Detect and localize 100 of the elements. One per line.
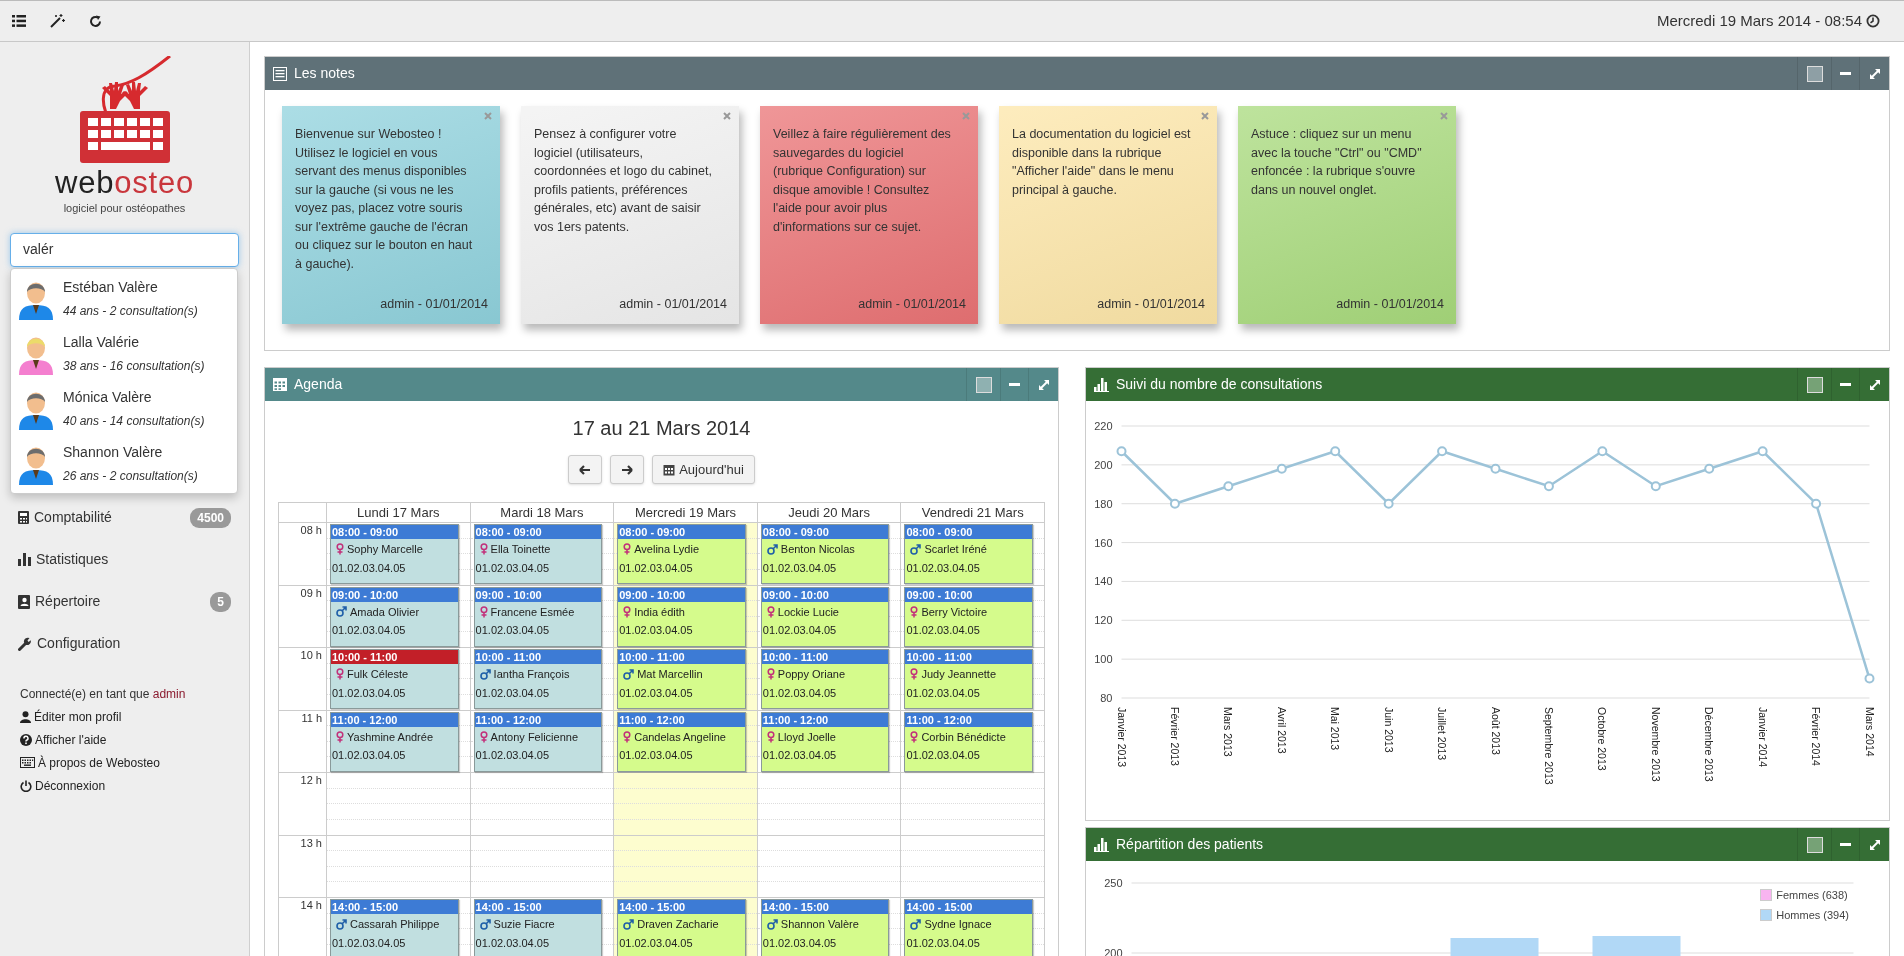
patient-name: Iantha François [493,667,570,682]
patient-phone: 01.02.03.04.05 [761,623,838,638]
today-button[interactable]: Aujourd'hui [652,455,755,484]
patient-details: 44 ans - 2 consultation(s) [63,303,198,320]
appointment-card[interactable]: 14:00 - 15:00 Sydne Ignace 01.02.03.04.05 [904,899,1033,956]
axis-label: Décembre 2013 [1703,707,1716,782]
patient-suggestion[interactable]: Lalla Valérie 38 ans - 16 consultation(s) [11,326,237,381]
axis-label: Février 2014 [1810,707,1823,766]
next-week-button[interactable] [610,455,645,484]
patient-name: Mat Marcellin [637,667,703,682]
address-book-icon [18,594,30,609]
axis-label: Mars 2014 [1863,707,1876,757]
menu-item[interactable]: Comptabilité 4500 [18,496,231,539]
expand-icon [1037,378,1050,391]
appointment-card[interactable]: 11:00 - 12:00 Candelas Angeline 01.02.03.04.05 [617,711,746,772]
appointment-card[interactable]: 10:00 - 11:00 Poppy Oriane 01.02.03.04.05 [760,649,890,709]
sidebar-link[interactable]: À propos de Webosteo [20,753,229,772]
search-input[interactable]: valér [23,239,226,260]
appointment-time: 09:00 - 10:00 [618,587,745,602]
appointment-card[interactable]: 08:00 - 09:00 Benton Nicolas 01.02.03.04.05 [760,524,890,584]
magic-wand-icon[interactable] [50,14,65,28]
appointment-card[interactable]: 14:00 - 15:00 Draven Zacharie 01.02.03.04.05 [617,899,746,956]
refresh-icon[interactable] [89,14,102,28]
patient-name: Francene Esmée [490,604,575,620]
appointment-card[interactable]: 11:00 - 12:00 Corbin Bénédicte 01.02.03.04.05 [904,711,1033,772]
axis-label: Septembre 2013 [1542,707,1555,785]
patient-name: Lockie Lucie [777,604,839,620]
appointment-card[interactable]: 14:00 - 15:00 Shannon Valère 01.02.03.04.05 [760,899,890,956]
patient-name: Candelas Angeline [634,729,726,745]
sidebar-link[interactable]: Afficher l'aide [20,730,229,749]
patient-name: Amada Olivier [350,604,420,620]
appointment-card[interactable]: 10:00 - 11:00 Judy Jeannette 01.02.03.04.05 [904,649,1033,709]
appointment-time: 11:00 - 12:00 [331,712,458,727]
appointment-card[interactable]: 09:00 - 10:00 Francene Esmée 01.02.03.04.05 [473,586,603,647]
appointment-card[interactable]: 14:00 - 15:00 Cassarah Philippe 01.02.03.04.05 [330,899,459,956]
appointment-card[interactable]: 09:00 - 10:00 Berry Victoire 01.02.03.04.05 [904,586,1033,647]
hour-label: 08 h [300,523,323,538]
appointment-card[interactable]: 11:00 - 12:00 Lloyd Joelle 01.02.03.04.05 [760,711,890,772]
patient-name: Poppy Oriane [777,667,846,682]
search-field[interactable]: valér [10,232,239,267]
appointment-card[interactable]: 10:00 - 11:00 Fulk Céleste 01.02.03.04.05 [330,649,459,709]
calculator-icon [18,511,29,524]
patient-name: Corbin Bénédicte [921,729,1006,745]
minus-icon [1840,383,1851,386]
note-footer: admin - 01/01/2014 [1336,295,1444,314]
expand-icon [1868,378,1881,391]
appointment-card[interactable]: 10:00 - 11:00 Mat Marcellin 01.02.03.04.05 [617,649,746,709]
logged-in-text: Connecté(e) en tant que admin [20,685,187,703]
bar-chart-icon [1094,837,1109,852]
previous-week-button[interactable] [568,455,603,484]
appointment-card[interactable]: 09:00 - 10:00 Amada Olivier 01.02.03.04.05 [330,586,459,647]
data-point [1116,446,1127,457]
appointment-card[interactable]: 10:00 - 11:00 Iantha François 01.02.03.04.05 [473,649,603,709]
panel-title: Répartition des patients [1116,835,1264,854]
patient-phone: 01.02.03.04.05 [618,748,694,763]
menu-item[interactable]: Statistiques [18,538,231,581]
appointment-card[interactable]: 11:00 - 12:00 Antony Felicienne 01.02.03.04.05 [473,711,603,772]
day-header: Mardi 18 Mars [470,503,615,523]
legend-label: Hommes (394) [1776,907,1849,923]
appointment-card[interactable]: 08:00 - 09:00 Ella Toinette 01.02.03.04.05 [473,524,603,584]
sidebar-link[interactable]: Éditer mon profil [20,707,229,726]
appointment-time: 10:00 - 11:00 [761,650,889,664]
patient-phone: 01.02.03.04.05 [618,623,694,638]
patient-name: Sophy Marcelle [347,542,423,557]
appointment-card[interactable]: 09:00 - 10:00 Lockie Lucie 01.02.03.04.05 [760,586,890,647]
appointment-card[interactable]: 14:00 - 15:00 Suzie Fiacre 01.02.03.04.05 [473,899,603,956]
patient-phone: 01.02.03.04.05 [474,560,550,576]
appointment-time: 09:00 - 10:00 [331,587,458,602]
sidebar-link[interactable]: Déconnexion [20,776,229,795]
appointment-card[interactable]: 08:00 - 09:00 Scarlet Iréné 01.02.03.04.05 [904,524,1033,584]
patient-name: Benton Nicolas [780,542,855,557]
panel-title: Suivi du nombre de consultations [1116,375,1323,394]
menu-item[interactable]: Configuration [18,622,231,665]
appointment-card[interactable]: 08:00 - 09:00 Avelina Lydie 01.02.03.04.05 [617,524,746,584]
patient-phone: 01.02.03.04.05 [761,935,838,951]
appointment-card[interactable]: 09:00 - 10:00 India édith 01.02.03.04.05 [617,586,746,647]
note-footer: admin - 01/01/2014 [858,295,966,314]
menu-item[interactable]: Répertoire 5 [18,580,231,623]
day-header: Lundi 17 Mars [327,503,471,523]
username-link[interactable]: admin [152,686,186,701]
patient-name: Shannon Valère [780,917,859,932]
patient-suggestion[interactable]: Mónica Valère 40 ans - 14 consultation(s) [11,381,237,436]
appointment-time: 10:00 - 11:00 [331,650,458,664]
patient-suggestion[interactable]: Estéban Valère 44 ans - 2 consultation(s) [11,271,237,326]
axis-label: Octobre 2013 [1596,707,1609,771]
patient-suggestion[interactable]: Shannon Valère 26 ans - 2 consultation(s) [11,436,237,491]
patient-phone: 01.02.03.04.05 [474,935,550,951]
appointment-card[interactable]: 11:00 - 12:00 Yashmine Andrée 01.02.03.04.05 [330,711,459,772]
count-badge: 5 [210,591,231,612]
patient-phone: 01.02.03.04.05 [905,560,981,576]
appointment-time: 11:00 - 12:00 [618,712,745,727]
appointment-time: 14:00 - 15:00 [331,900,458,914]
list-icon[interactable] [12,15,26,27]
appointment-time: 11:00 - 12:00 [761,712,889,727]
appointment-time: 08:00 - 09:00 [474,525,602,539]
axis-label: Novembre 2013 [1649,707,1662,782]
appointment-time: 11:00 - 12:00 [905,712,1032,727]
axis-label: Janvier 2013 [1115,707,1128,768]
clock-icon [1866,14,1880,28]
appointment-card[interactable]: 08:00 - 09:00 Sophy Marcelle 01.02.03.04.05 [330,524,459,584]
